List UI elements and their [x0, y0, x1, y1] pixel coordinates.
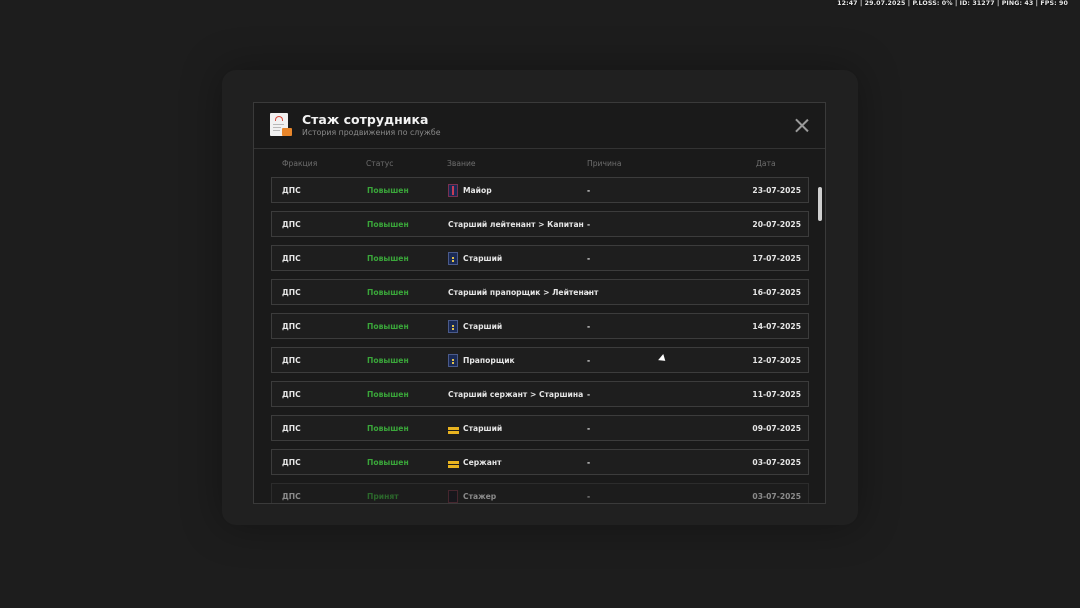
- reason-cell: -: [587, 356, 591, 365]
- faction-cell: ДПС: [282, 356, 301, 365]
- warrant-insignia-icon: [448, 353, 458, 367]
- rank-cell: Сержант: [463, 457, 502, 467]
- status-cell: Повышен: [367, 288, 409, 297]
- column-header-faction: Фракция: [282, 159, 318, 168]
- date-cell: 11-07-2025: [752, 390, 801, 399]
- column-header-date: Дата: [756, 159, 776, 168]
- date-cell: 23-07-2025: [752, 186, 801, 195]
- faction-cell: ДПС: [282, 220, 301, 229]
- faction-cell: ДПС: [282, 186, 301, 195]
- reason-cell: -: [587, 492, 591, 501]
- modal-title: Стаж сотрудника: [302, 112, 429, 127]
- reason-cell: -: [587, 458, 591, 467]
- warrant-insignia-icon: [448, 319, 458, 333]
- date-cell: 17-07-2025: [752, 254, 801, 263]
- status-cell: Повышен: [367, 254, 409, 263]
- reason-cell: -: [587, 220, 591, 229]
- faction-cell: ДПС: [282, 492, 301, 501]
- rank-cell: Майор: [463, 185, 492, 195]
- faction-cell: ДПС: [282, 424, 301, 433]
- table-row[interactable]: ДПС Повышен Прапорщик - 12-07-2025: [271, 347, 809, 373]
- date-cell: 09-07-2025: [752, 424, 801, 433]
- table-row[interactable]: ДПС Повышен Старший сержант > Старшина -…: [271, 381, 809, 407]
- table-row[interactable]: ДПС Принят Стажер - 03-07-2025: [271, 483, 809, 503]
- rank-cell: Старший: [463, 423, 503, 433]
- faction-cell: ДПС: [282, 254, 301, 263]
- modal-subtitle: История продвижения по службе: [302, 128, 441, 137]
- hud-status-bar: 12:47 | 29.07.2025 | P.LOSS: 0% | ID: 31…: [837, 0, 1068, 7]
- rank-cell: Прапорщик: [463, 355, 515, 365]
- status-cell: Повышен: [367, 186, 409, 195]
- faction-cell: ДПС: [282, 390, 301, 399]
- faction-cell: ДПС: [282, 322, 301, 331]
- status-cell: Повышен: [367, 220, 409, 229]
- trainee-insignia-icon: [448, 489, 458, 503]
- date-cell: 16-07-2025: [752, 288, 801, 297]
- service-history-modal: Стаж сотрудника История продвижения по с…: [253, 102, 826, 504]
- column-header-rank: Звание: [447, 159, 476, 168]
- rank-cell: Старший: [463, 321, 503, 331]
- status-cell: Повышен: [367, 356, 409, 365]
- date-cell: 03-07-2025: [752, 458, 801, 467]
- faction-cell: ДПС: [282, 288, 301, 297]
- date-cell: 12-07-2025: [752, 356, 801, 365]
- table-row[interactable]: ДПС Повышен Старший прапорщик > Лейтенан…: [271, 279, 809, 305]
- table-row[interactable]: ДПС Повышен Старший - 14-07-2025: [271, 313, 809, 339]
- status-cell: Принят: [367, 492, 399, 501]
- major-insignia-icon: [448, 183, 458, 197]
- date-cell: 14-07-2025: [752, 322, 801, 331]
- column-header-status: Статус: [366, 159, 394, 168]
- table-row[interactable]: ДПС Повышен Сержант - 03-07-2025: [271, 449, 809, 475]
- status-cell: Повышен: [367, 458, 409, 467]
- reason-cell: -: [587, 390, 591, 399]
- table-row[interactable]: ДПС Повышен Майор - 23-07-2025: [271, 177, 809, 203]
- rank-cell: Старший прапорщик > Лейтенант: [448, 287, 599, 297]
- column-header-reason: Причина: [587, 159, 622, 168]
- officer-insignia-icon: [448, 251, 458, 265]
- table-row[interactable]: ДПС Повышен Старший - 09-07-2025: [271, 415, 809, 441]
- reason-cell: -: [587, 424, 591, 433]
- table-row[interactable]: ДПС Повышен Старший лейтенант > Капитан …: [271, 211, 809, 237]
- document-icon: [270, 113, 292, 136]
- reason-cell: -: [587, 186, 591, 195]
- stripes-insignia-icon: [448, 422, 459, 435]
- rank-cell: Стажер: [463, 491, 497, 501]
- faction-cell: ДПС: [282, 458, 301, 467]
- close-icon[interactable]: [795, 118, 809, 132]
- stripes-insignia-icon: [448, 456, 459, 469]
- reason-cell: -: [587, 254, 591, 263]
- table-row[interactable]: ДПС Повышен Старший - 17-07-2025: [271, 245, 809, 271]
- status-cell: Повышен: [367, 424, 409, 433]
- history-table[interactable]: ДПС Повышен Майор - 23-07-2025 ДПС Повыш…: [271, 177, 811, 503]
- date-cell: 03-07-2025: [752, 492, 801, 501]
- rank-cell: Старший: [463, 253, 503, 263]
- reason-cell: -: [587, 288, 591, 297]
- status-cell: Повышен: [367, 322, 409, 331]
- status-cell: Повышен: [367, 390, 409, 399]
- rank-cell: Старший лейтенант > Капитан: [448, 219, 584, 229]
- date-cell: 20-07-2025: [752, 220, 801, 229]
- modal-header: Стаж сотрудника История продвижения по с…: [254, 103, 825, 149]
- scrollbar-thumb[interactable]: [818, 187, 822, 221]
- rank-cell: Старший сержант > Старшина: [448, 389, 584, 399]
- reason-cell: -: [587, 322, 591, 331]
